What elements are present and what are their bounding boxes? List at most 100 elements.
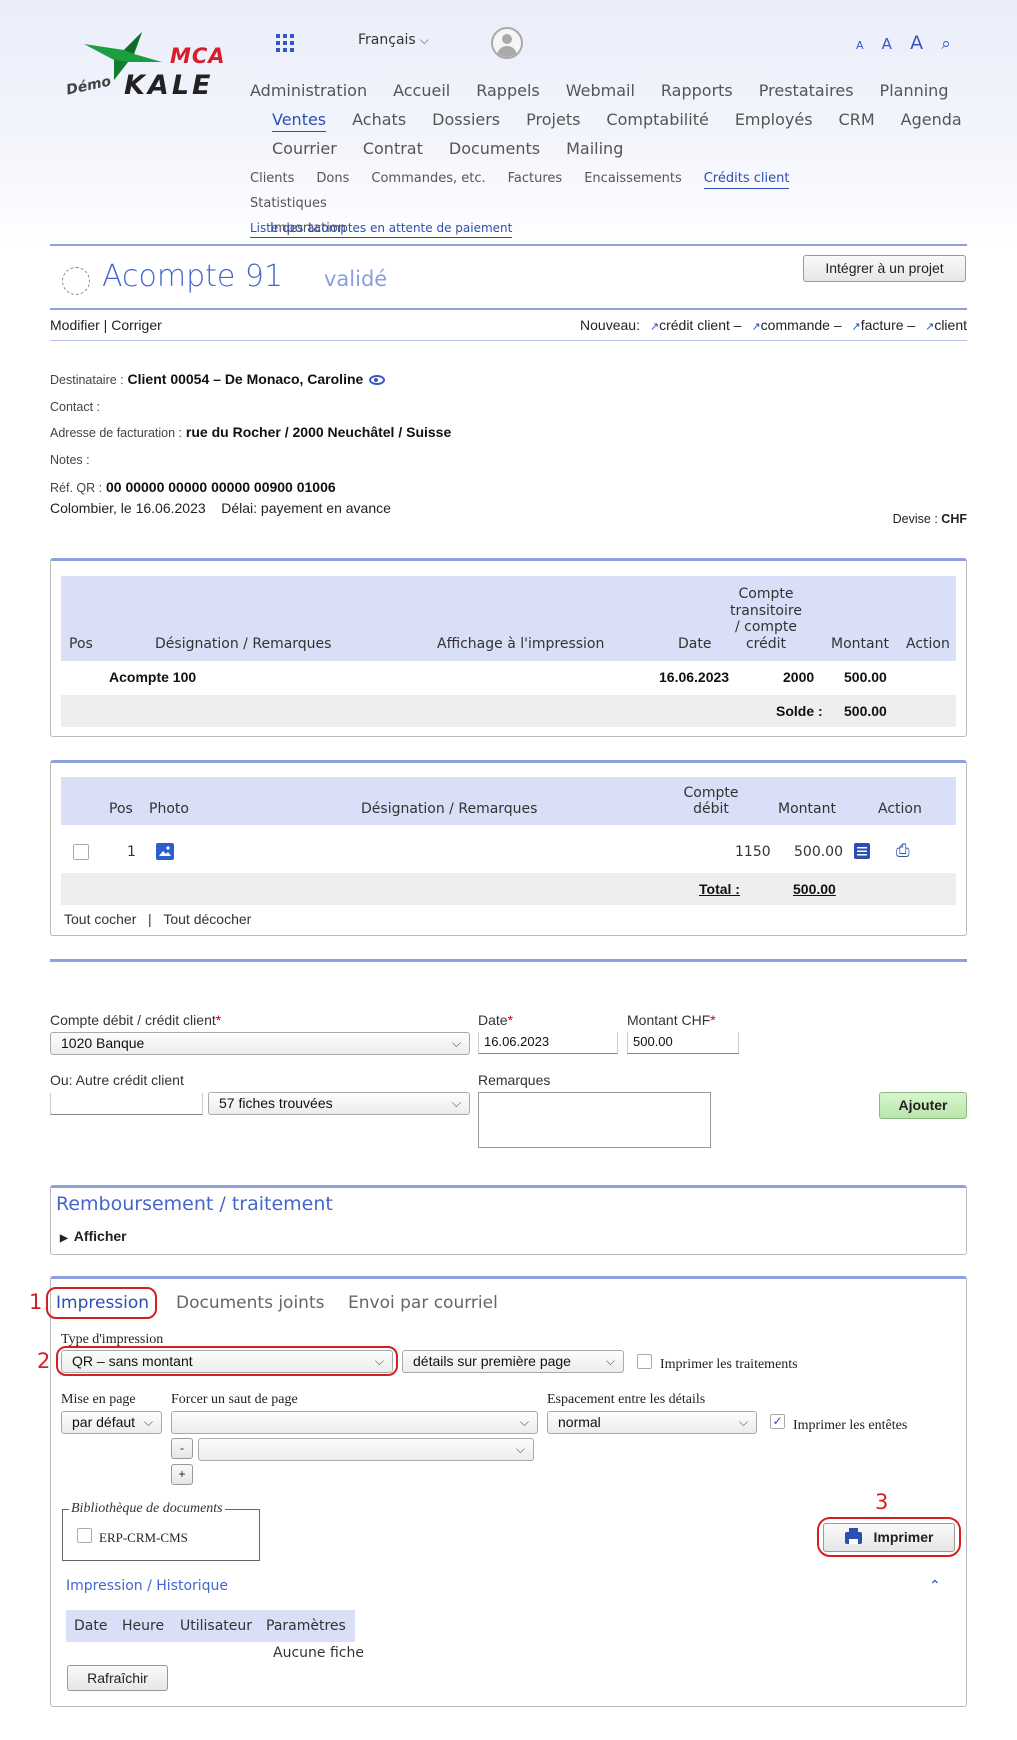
acompte-table: Pos Désignation / Remarques Affichage à …: [50, 558, 967, 737]
table-header: Pos Photo Désignation / Remarques Compte…: [61, 777, 956, 825]
print-button[interactable]: Imprimer: [823, 1523, 955, 1552]
chevron-down-icon: ⌵: [519, 1415, 529, 1429]
external-link-icon: ↗: [925, 321, 935, 333]
tab-documents-joints[interactable]: Documents joints: [176, 1293, 324, 1313]
add-saut-button[interactable]: +: [171, 1464, 193, 1485]
nav-administration[interactable]: Administration: [250, 76, 367, 105]
date-line: Colombier, le 16.06.2023: [50, 500, 206, 516]
subnav-credits-client[interactable]: Crédits client: [703, 170, 790, 189]
nav-webmail[interactable]: Webmail: [566, 76, 635, 105]
chevron-down-icon: ⌵: [419, 33, 429, 47]
nav-documents[interactable]: Documents: [449, 134, 540, 163]
refresh-button[interactable]: Rafraîchir: [67, 1665, 168, 1691]
tab-impression[interactable]: Impression: [56, 1293, 149, 1313]
fiches-select[interactable]: 57 fiches trouvées ⌵: [208, 1092, 470, 1115]
compte-label: Compte débit / crédit client*: [50, 1012, 222, 1028]
afficher-toggle[interactable]: ▶ Afficher: [60, 1228, 127, 1244]
nav-courrier[interactable]: Courrier: [272, 134, 337, 163]
nav-rappels[interactable]: Rappels: [476, 76, 540, 105]
nav-accueil[interactable]: Accueil: [393, 76, 450, 105]
espacement-select[interactable]: normal ⌵: [547, 1411, 757, 1434]
new-facture-link[interactable]: facture –: [861, 317, 915, 333]
check-all-link[interactable]: Tout cocher: [64, 911, 136, 927]
autre-credit-label: Ou: Autre crédit client: [50, 1072, 184, 1088]
nav-agenda[interactable]: Agenda: [901, 105, 962, 134]
col-date: Date: [74, 1618, 108, 1634]
date-input[interactable]: 16.06.2023: [478, 1032, 618, 1054]
col-compte-debit: Compte débit: [683, 785, 739, 817]
nav-employes[interactable]: Employés: [735, 105, 813, 134]
date-label: Date*: [478, 1012, 514, 1028]
subnav-clients[interactable]: Clients: [250, 166, 294, 191]
row-checkbox[interactable]: [73, 844, 89, 860]
type-impression-select[interactable]: QR – sans montant ⌵: [61, 1350, 393, 1373]
montant-input[interactable]: 500.00: [627, 1032, 739, 1054]
total-row: Total : 500.00: [61, 873, 956, 905]
historique-title[interactable]: Impression / Historique: [66, 1578, 228, 1594]
font-small-button[interactable]: A: [856, 39, 864, 52]
font-size-controls: A A A ⌕: [856, 32, 951, 54]
nav-dossiers[interactable]: Dossiers: [432, 105, 500, 134]
imprimer-traitements-checkbox[interactable]: [637, 1354, 652, 1369]
col-action: Action: [878, 801, 922, 817]
erp-crm-cms-checkbox[interactable]: [77, 1528, 92, 1543]
subnav-encaissements[interactable]: Encaissements: [584, 166, 682, 191]
new-client-link[interactable]: client: [934, 317, 967, 333]
devise: Devise : CHF: [892, 512, 967, 526]
nav-rapports[interactable]: Rapports: [661, 76, 733, 105]
edit-actions[interactable]: Modifier | Corriger: [50, 317, 162, 333]
saut-page-select[interactable]: ⌵: [171, 1411, 538, 1434]
nav-projets[interactable]: Projets: [526, 105, 580, 134]
autre-credit-input[interactable]: [50, 1093, 203, 1115]
nav-ventes[interactable]: Ventes: [272, 109, 327, 132]
contact-label: Contact :: [50, 399, 101, 414]
font-medium-button[interactable]: A: [882, 35, 892, 53]
subnav-acomptes-attente[interactable]: Liste des acomptes en attente de paiemen…: [250, 221, 513, 238]
remove-saut-button[interactable]: -: [171, 1438, 193, 1459]
saut-page-select-2[interactable]: ⌵: [198, 1438, 534, 1461]
subnav-commandes[interactable]: Commandes, etc.: [371, 166, 485, 191]
new-commande-link[interactable]: commande –: [761, 317, 842, 333]
apps-grid-icon[interactable]: [276, 34, 294, 52]
add-button[interactable]: Ajouter: [879, 1092, 967, 1119]
search-icon[interactable]: ⌕: [941, 34, 951, 54]
eye-icon[interactable]: [369, 375, 386, 386]
solde-row: Solde : 500.00: [61, 695, 956, 727]
chevron-up-icon[interactable]: ⌃: [929, 1578, 941, 1594]
new-credit-client-link[interactable]: crédit client –: [659, 317, 741, 333]
image-icon[interactable]: [156, 843, 174, 860]
mca-kale-logo[interactable]: MCA Démo KALE: [62, 30, 237, 105]
notes-label: Notes :: [50, 452, 90, 467]
details-icon[interactable]: [854, 843, 870, 859]
mise-en-page-label: Mise en page: [61, 1392, 136, 1407]
nav-mailing[interactable]: Mailing: [566, 134, 623, 163]
details-select[interactable]: détails sur première page ⌵: [402, 1350, 624, 1373]
uncheck-all-link[interactable]: Tout décocher: [163, 911, 251, 927]
remarques-textarea[interactable]: [478, 1092, 711, 1148]
nouveau-label: Nouveau:: [580, 317, 640, 333]
mise-en-page-select[interactable]: par défaut ⌵: [61, 1411, 162, 1434]
col-date: Date: [678, 636, 712, 652]
subnav-factures[interactable]: Factures: [508, 166, 563, 191]
language-select[interactable]: Français ⌵: [358, 32, 429, 48]
nav-prestataires[interactable]: Prestataires: [759, 76, 854, 105]
col-parametres: Paramètres: [266, 1618, 346, 1634]
nav-crm[interactable]: CRM: [839, 105, 875, 134]
nav-comptabilite[interactable]: Comptabilité: [606, 105, 708, 134]
subnav-dons[interactable]: Dons: [316, 166, 349, 191]
adresse-label: Adresse de facturation :: [50, 426, 183, 440]
integrate-project-button[interactable]: Intégrer à un projet: [803, 255, 966, 282]
compte-select[interactable]: 1020 Banque ⌵: [50, 1032, 470, 1055]
paperclip-icon[interactable]: ⎙: [896, 841, 910, 861]
subnav-statistiques[interactable]: Statistiques: [250, 191, 327, 216]
nav-achats[interactable]: Achats: [352, 105, 406, 134]
table-header: Pos Désignation / Remarques Affichage à …: [61, 576, 956, 661]
user-avatar-icon[interactable]: [491, 27, 523, 59]
impression-panel: [50, 1276, 967, 1707]
col-utilisateur: Utilisateur: [180, 1618, 253, 1634]
imprimer-entetes-checkbox[interactable]: ✓: [770, 1414, 785, 1429]
nav-planning[interactable]: Planning: [880, 76, 949, 105]
tab-envoi-courriel[interactable]: Envoi par courriel: [348, 1293, 498, 1313]
font-large-button[interactable]: A: [910, 32, 923, 54]
nav-contrat[interactable]: Contrat: [363, 134, 423, 163]
